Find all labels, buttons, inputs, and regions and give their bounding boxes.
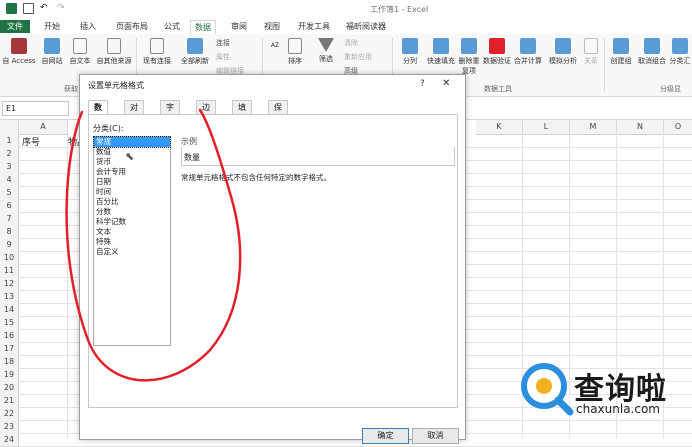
- watermark-domain: chaxunla.com: [576, 402, 660, 416]
- magnifier-logo-icon: [521, 363, 574, 416]
- watermark: 查询啦 chaxunla.com: [518, 358, 692, 438]
